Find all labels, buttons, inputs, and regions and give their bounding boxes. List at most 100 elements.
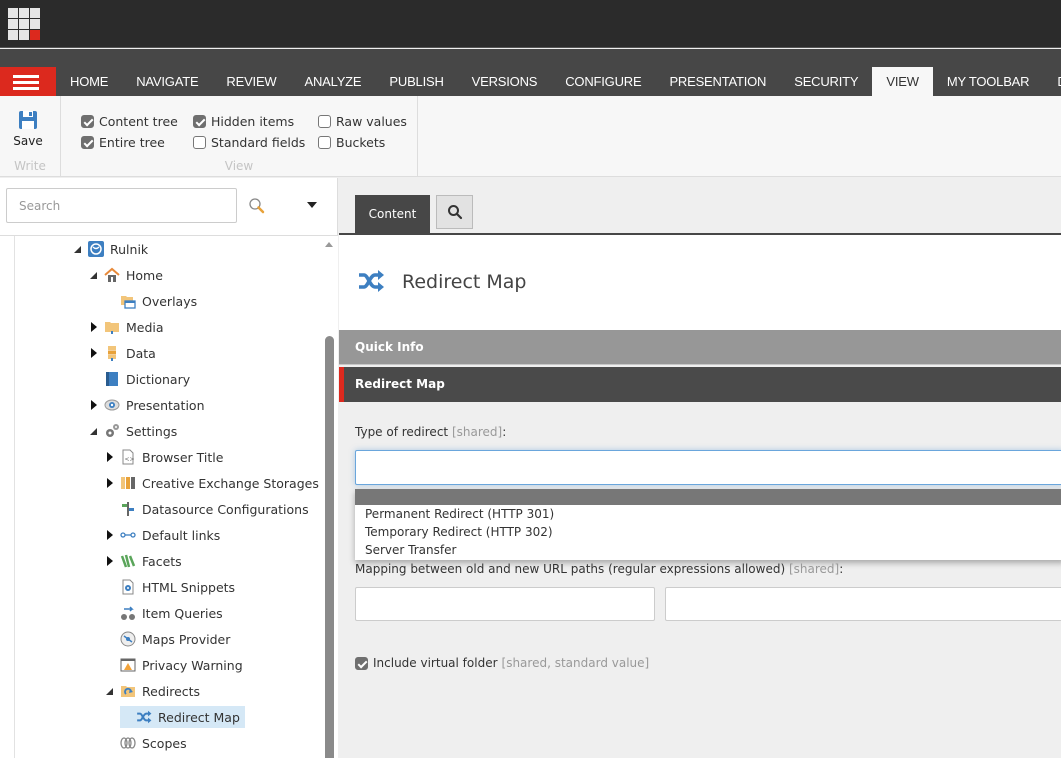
expand-arrow-icon[interactable] xyxy=(104,477,116,489)
new-url-input[interactable] xyxy=(665,587,1061,621)
raw-values-checkbox[interactable]: Raw values xyxy=(318,114,407,129)
section-redirect-map[interactable]: Redirect Map xyxy=(339,367,1061,402)
save-label: Save xyxy=(13,134,43,148)
tree-node[interactable]: Home xyxy=(88,264,163,286)
search-tab-button[interactable] xyxy=(436,195,473,229)
checkbox-unchecked-icon xyxy=(193,136,206,149)
tree-node[interactable]: HTML Snippets xyxy=(104,576,235,598)
tree-node-label: Scopes xyxy=(142,735,187,751)
search-options-dropdown-icon[interactable] xyxy=(307,202,317,208)
tree-node[interactable]: Item Queries xyxy=(104,602,223,624)
item-title: Redirect Map xyxy=(402,271,527,293)
tab-developer[interactable]: DEVELOPER xyxy=(1043,67,1061,96)
expand-arrow-icon[interactable] xyxy=(104,451,116,463)
collapse-arrow-icon[interactable] xyxy=(72,243,84,255)
type-of-redirect-label: Type of redirect [shared]: xyxy=(355,425,506,439)
tree-node[interactable]: Facets xyxy=(104,550,182,572)
expand-arrow-icon[interactable] xyxy=(88,321,100,333)
tree-node[interactable]: Redirect Map xyxy=(120,706,245,728)
section-quick-info[interactable]: Quick Info xyxy=(339,330,1061,365)
option-temporary-redirect[interactable]: Temporary Redirect (HTTP 302) xyxy=(355,523,1061,541)
tab-my-toolbar[interactable]: MY TOOLBAR xyxy=(933,67,1044,96)
tab-content[interactable]: Content xyxy=(355,195,430,233)
buckets-checkbox[interactable]: Buckets xyxy=(318,135,385,150)
tree-node[interactable]: Overlays xyxy=(104,290,197,312)
collapse-arrow-icon[interactable] xyxy=(88,425,100,437)
field-meta: [shared] xyxy=(788,562,840,576)
tree-node-label: Redirects xyxy=(142,683,201,699)
entire-tree-checkbox[interactable]: Entire tree xyxy=(81,135,165,150)
save-button[interactable]: Save xyxy=(12,110,44,148)
content-tree-checkbox[interactable]: Content tree xyxy=(81,114,178,129)
old-url-input[interactable] xyxy=(355,587,655,621)
link-icon xyxy=(120,527,136,543)
option-blank[interactable] xyxy=(355,489,1061,505)
tree-node-label: Maps Provider xyxy=(142,631,231,647)
type-of-redirect-select[interactable] xyxy=(355,450,1061,485)
tree-node[interactable]: Default links xyxy=(104,524,220,546)
tree-node[interactable]: Redirects xyxy=(104,680,200,702)
tree-node[interactable]: Privacy Warning xyxy=(104,654,243,676)
field-suffix: : xyxy=(502,425,507,439)
tree-node[interactable]: <> Browser Title xyxy=(104,446,223,468)
tab-home[interactable]: HOME xyxy=(56,67,122,96)
tab-view[interactable]: VIEW xyxy=(872,67,933,96)
tab-publish[interactable]: PUBLISH xyxy=(375,67,457,96)
tree-node[interactable]: Scopes xyxy=(104,732,187,754)
tree-node[interactable]: Dictionary xyxy=(88,368,190,390)
tree-node-label: Datasource Configurations xyxy=(142,501,309,517)
option-permanent-redirect[interactable]: Permanent Redirect (HTTP 301) xyxy=(355,505,1061,523)
tree-node[interactable]: Data xyxy=(88,342,156,364)
tree-node[interactable]: Maps Provider xyxy=(104,628,230,650)
tree-node[interactable]: Settings xyxy=(88,420,177,442)
tab-presentation[interactable]: PRESENTATION xyxy=(655,67,780,96)
tab-review[interactable]: REVIEW xyxy=(212,67,290,96)
scrollbar-thumb[interactable] xyxy=(325,336,334,758)
expand-arrow-icon[interactable] xyxy=(104,529,116,541)
ribbon-tabs: HOME NAVIGATE REVIEW ANALYZE PUBLISH VER… xyxy=(56,67,1061,96)
tree-scrollbar[interactable] xyxy=(320,236,338,758)
collapse-arrow-icon[interactable] xyxy=(104,685,116,697)
storage-icon xyxy=(120,475,136,491)
mapping-label: Mapping between old and new URL paths (r… xyxy=(355,562,843,576)
tree-node-label: Creative Exchange Storages xyxy=(142,475,319,491)
tree-node[interactable]: Rulnik xyxy=(72,238,148,260)
search-icon[interactable] xyxy=(248,197,266,215)
menu-icon[interactable] xyxy=(0,67,56,96)
section-title: Redirect Map xyxy=(355,377,445,391)
tab-analyze[interactable]: ANALYZE xyxy=(291,67,376,96)
expand-arrow-icon[interactable] xyxy=(104,555,116,567)
option-server-transfer[interactable]: Server Transfer xyxy=(355,541,1061,559)
tab-versions[interactable]: VERSIONS xyxy=(458,67,552,96)
tab-security[interactable]: SECURITY xyxy=(780,67,872,96)
tree-search-bar xyxy=(0,178,338,236)
checkbox-label: Hidden items xyxy=(211,114,295,129)
tree-node-label: Privacy Warning xyxy=(142,657,243,673)
collapse-arrow-icon[interactable] xyxy=(88,269,100,281)
tree-node[interactable]: Datasource Configurations xyxy=(104,498,309,520)
standard-fields-checkbox[interactable]: Standard fields xyxy=(193,135,305,150)
tab-configure[interactable]: CONFIGURE xyxy=(551,67,655,96)
expand-arrow-icon[interactable] xyxy=(88,347,100,359)
tree-node[interactable]: Creative Exchange Storages xyxy=(104,472,319,494)
checkbox-unchecked-icon xyxy=(318,136,331,149)
scroll-up-icon[interactable] xyxy=(325,242,333,247)
include-virtual-folder-checkbox[interactable]: Include virtual folder [shared, standard… xyxy=(355,656,649,670)
tree-node[interactable]: Presentation xyxy=(88,394,205,416)
tree-node[interactable]: Media xyxy=(88,316,164,338)
hidden-items-checkbox[interactable]: Hidden items xyxy=(193,114,294,129)
expand-arrow-icon[interactable] xyxy=(88,399,100,411)
item-header: Redirect Map xyxy=(339,235,1061,330)
content-tree-panel: Rulnik Home Overlays Media Data Dictionary Pre… xyxy=(0,178,338,758)
tree-node-label: Settings xyxy=(126,423,178,439)
launchpad-icon[interactable] xyxy=(8,8,41,41)
magnifier-icon xyxy=(447,205,462,220)
tab-navigate[interactable]: NAVIGATE xyxy=(122,67,212,96)
tree-node-label: Redirect Map xyxy=(158,709,240,725)
data-icon xyxy=(104,345,120,361)
search-input[interactable] xyxy=(6,188,237,223)
ribbon-panel: Save Write Content tree Entire tree Hidd… xyxy=(0,96,1061,177)
